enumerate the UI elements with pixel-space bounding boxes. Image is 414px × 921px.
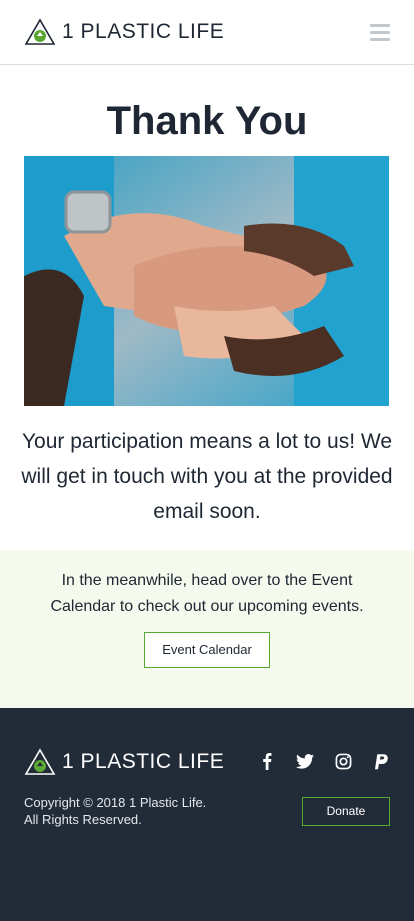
hamburger-menu-icon[interactable] xyxy=(370,24,390,41)
site-logo[interactable]: 1 PLASTIC LIFE xyxy=(24,18,224,46)
recycle-triangle-icon xyxy=(24,748,56,775)
copyright-line-2: All Rights Reserved. xyxy=(24,812,142,827)
facebook-icon[interactable] xyxy=(258,752,276,770)
site-footer: 1 PLASTIC LIFE Copyright © 2018 1 Plasti… xyxy=(0,708,414,921)
social-links xyxy=(258,752,390,770)
copyright-notice: Copyright © 2018 1 Plastic Life. All Rig… xyxy=(24,794,206,828)
site-header: 1 PLASTIC LIFE xyxy=(0,0,414,65)
instagram-icon[interactable] xyxy=(334,752,352,770)
copyright-line-1: Copyright © 2018 1 Plastic Life. xyxy=(24,795,207,810)
footer-logo[interactable]: 1 PLASTIC LIFE xyxy=(24,748,224,776)
donate-button[interactable]: Donate xyxy=(302,797,390,826)
event-calendar-callout: In the meanwhile, head over to the Event… xyxy=(0,550,414,708)
hands-together-illustration xyxy=(24,156,389,406)
logo-text: 1 PLASTIC LIFE xyxy=(62,20,225,43)
footer-logo-text: 1 PLASTIC LIFE xyxy=(62,750,225,773)
page-title: Thank You xyxy=(106,99,308,143)
event-calendar-button[interactable]: Event Calendar xyxy=(144,632,270,668)
hero-image-hands-together xyxy=(24,156,389,406)
confirmation-message: Your participation means a lot to us! We… xyxy=(21,430,393,523)
recycle-triangle-icon xyxy=(24,18,56,45)
twitter-icon[interactable] xyxy=(296,752,314,770)
paypal-icon[interactable] xyxy=(372,752,390,770)
callout-text: In the meanwhile, head over to the Event… xyxy=(50,572,364,615)
